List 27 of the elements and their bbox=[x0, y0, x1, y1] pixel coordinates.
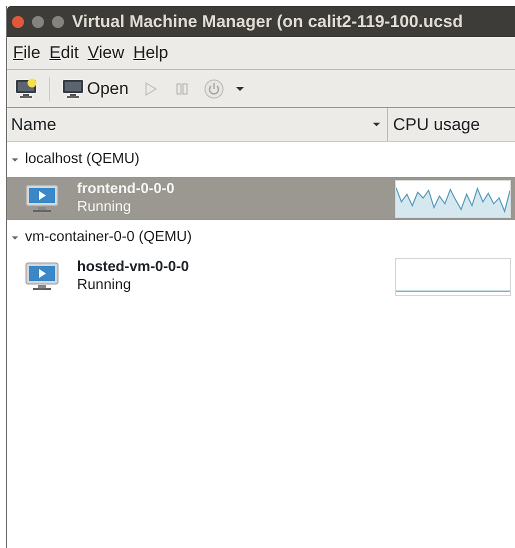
vm-name: hosted-vm-0-0-0 bbox=[77, 259, 190, 276]
vm-monitor-icon bbox=[25, 184, 59, 214]
minimize-button[interactable] bbox=[32, 16, 44, 28]
maximize-button[interactable] bbox=[52, 16, 64, 28]
menu-item[interactable]: View bbox=[88, 40, 124, 66]
host-label: vm-container-0-0 (QEMU) bbox=[25, 228, 192, 247]
column-header[interactable]: Name bbox=[7, 108, 388, 141]
new-button[interactable] bbox=[13, 78, 39, 100]
window-title: Virtual Machine Manager (on calit2-119-100.ucsd bbox=[72, 10, 463, 33]
menu-item[interactable]: Help bbox=[133, 40, 168, 66]
vm-monitor-icon bbox=[25, 262, 59, 292]
vm-name: frontend-0-0-0 bbox=[77, 181, 176, 198]
monitor-icon bbox=[62, 78, 84, 100]
expander-icon[interactable] bbox=[11, 234, 19, 242]
vm-row[interactable]: hosted-vm-0-0-0 Running bbox=[7, 255, 515, 298]
menu-item[interactable]: File bbox=[13, 40, 40, 66]
menu-item[interactable]: Edit bbox=[49, 40, 79, 66]
new-vm-icon bbox=[15, 78, 37, 100]
vm-status: Running bbox=[77, 276, 132, 294]
host-label: localhost (QEMU) bbox=[25, 150, 140, 169]
column-header[interactable]: CPU usage bbox=[388, 108, 515, 141]
open-button[interactable]: Open bbox=[60, 76, 131, 102]
expander-icon[interactable] bbox=[11, 156, 19, 164]
sort-icon bbox=[372, 120, 381, 129]
vm-status: Running bbox=[77, 198, 132, 216]
power-icon bbox=[202, 78, 225, 100]
close-button[interactable] bbox=[12, 16, 24, 28]
